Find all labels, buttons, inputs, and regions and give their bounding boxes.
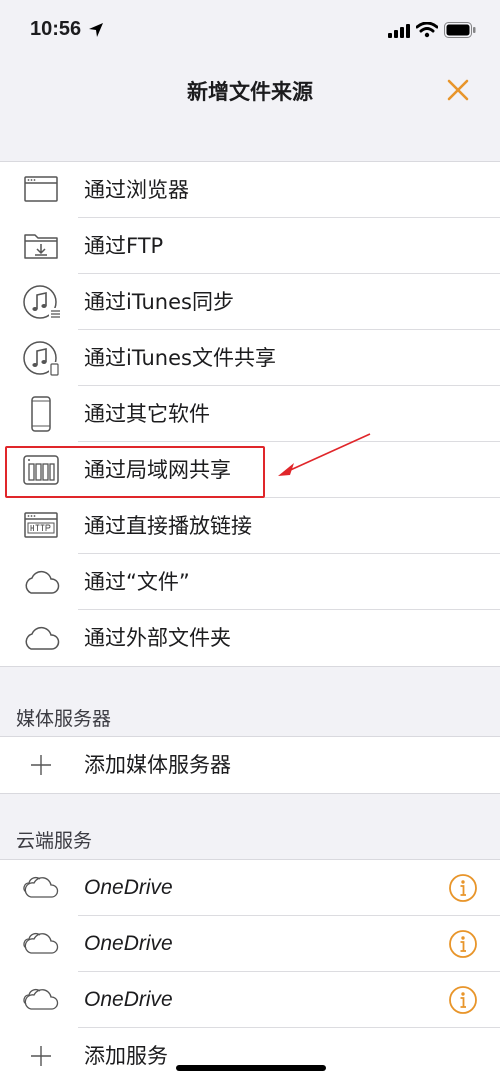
source-label: 通过直接播放链接: [84, 514, 252, 538]
signal-icon: [388, 24, 410, 38]
location-arrow-icon: [89, 23, 103, 37]
cloud-icon: [25, 626, 60, 650]
source-ftp[interactable]: 通过FTP: [0, 218, 500, 274]
source-itunes-sync[interactable]: 通过iTunes同步: [0, 274, 500, 330]
source-files-app[interactable]: 通过“文件”: [0, 554, 500, 610]
add-service-label: 添加服务: [84, 1044, 168, 1068]
source-external-folder[interactable]: 通过外部文件夹: [0, 610, 500, 666]
cloud-service-onedrive[interactable]: OneDrive: [0, 860, 500, 916]
section-header-media: 媒体服务器: [16, 708, 112, 730]
source-other-apps[interactable]: 通过其它软件: [0, 386, 500, 442]
cloud-service-list: OneDrive OneDrive OneDrive 添加服务: [0, 859, 500, 1084]
info-icon[interactable]: [448, 929, 478, 959]
source-label: 通过iTunes同步: [84, 290, 234, 314]
browser-window-icon: [24, 176, 58, 202]
home-indicator[interactable]: [176, 1065, 326, 1071]
close-icon[interactable]: [442, 74, 474, 106]
cloud-service-onedrive[interactable]: OneDrive: [0, 916, 500, 972]
highlight-box: [5, 446, 265, 498]
media-server-list: 添加媒体服务器: [0, 736, 500, 794]
status-bar: 10:56: [0, 0, 500, 60]
section-header-cloud: 云端服务: [16, 830, 93, 852]
source-label: 通过其它软件: [84, 402, 210, 426]
cloud-service-label: OneDrive: [84, 876, 173, 899]
info-icon[interactable]: [448, 873, 478, 903]
cloud-service-label: OneDrive: [84, 988, 173, 1011]
source-direct-link[interactable]: 通过直接播放链接: [0, 498, 500, 554]
plus-icon: [31, 1046, 51, 1066]
source-label: 通过外部文件夹: [84, 626, 231, 650]
source-label: 通过FTP: [84, 234, 164, 258]
http-link-icon: [24, 512, 58, 538]
file-sources-list: 通过浏览器 通过FTP 通过iTunes同步 通过iTunes文件共享 通过其它…: [0, 161, 500, 667]
phone-icon: [31, 396, 51, 432]
info-icon[interactable]: [448, 985, 478, 1015]
status-time: 10:56: [30, 18, 82, 40]
cloud-service-label: OneDrive: [84, 932, 173, 955]
ftp-folder-icon: [24, 234, 58, 259]
add-media-server-button[interactable]: 添加媒体服务器: [0, 737, 500, 793]
cloud-service-onedrive[interactable]: OneDrive: [0, 972, 500, 1028]
source-browser[interactable]: 通过浏览器: [0, 162, 500, 218]
page-title: 新增文件来源: [187, 80, 313, 104]
cloud-icon: [23, 988, 59, 1010]
add-service-button[interactable]: 添加服务: [0, 1028, 500, 1084]
cloud-icon: [23, 876, 59, 898]
itunes-file-share-icon: [23, 341, 60, 376]
wifi-icon: [416, 22, 438, 38]
itunes-sync-icon: [23, 285, 61, 319]
source-label: 通过浏览器: [84, 178, 189, 202]
source-label: 通过“文件”: [84, 570, 190, 594]
cloud-icon: [25, 570, 60, 594]
annotation-arrow-icon: [278, 433, 371, 476]
source-label: 通过iTunes文件共享: [84, 346, 276, 370]
battery-icon: [444, 22, 476, 38]
cloud-icon: [23, 932, 59, 954]
plus-icon: [31, 755, 51, 775]
add-media-server-label: 添加媒体服务器: [84, 753, 231, 777]
navigation-bar: 新增文件来源: [0, 60, 500, 120]
source-itunes-file-share[interactable]: 通过iTunes文件共享: [0, 330, 500, 386]
